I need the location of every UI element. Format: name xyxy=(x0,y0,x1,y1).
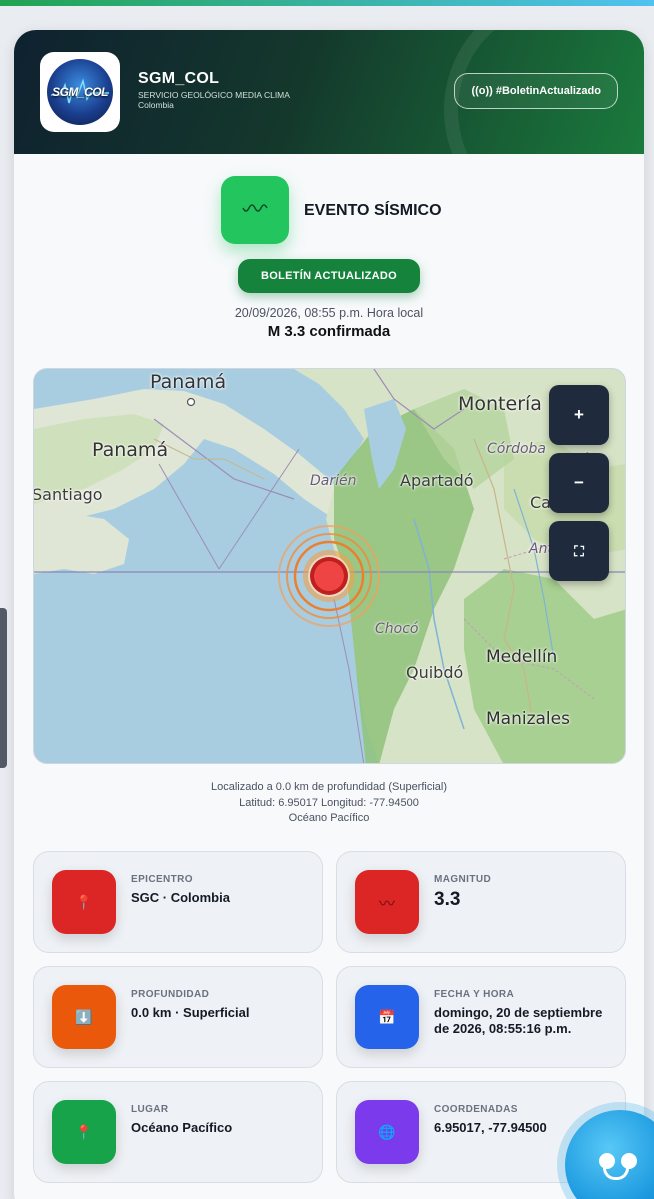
logo-disc: SGM_COL xyxy=(47,59,113,125)
logo: SGM_COL xyxy=(40,52,120,132)
map-label-medellin: Medellín xyxy=(486,647,558,667)
card-value: domingo, 20 de septiembre de 2026, 08:55… xyxy=(434,1005,603,1036)
map-label-panama-city: Panamá xyxy=(150,371,227,393)
bot-eye-icon xyxy=(621,1153,637,1169)
fullscreen-button[interactable]: ⛶ xyxy=(549,521,609,581)
location-info: Localizado a 0.0 km de profundidad (Supe… xyxy=(14,780,644,827)
zoom-out-button[interactable]: − xyxy=(549,453,609,513)
lugar-card: 📍 LUGAR Océano Pacífico xyxy=(33,1081,323,1183)
card-label: EPICENTRO xyxy=(131,874,193,885)
map-label-apartado: Apartadó xyxy=(400,471,474,490)
side-handle[interactable] xyxy=(0,608,7,768)
calendar-icon: 📅 xyxy=(355,985,419,1049)
logo-text: SGM_COL xyxy=(52,85,108,99)
epicentro-card: 📍 EPICENTRO SGC · Colombia xyxy=(33,851,323,953)
header-glow xyxy=(444,30,644,230)
profundidad-card: ⬇️ PROFUNDIDAD 0.0 km · Superficial xyxy=(33,966,323,1068)
down-arrow-icon: ⬇️ xyxy=(52,985,116,1049)
top-strip xyxy=(0,0,654,6)
map-label-cordoba: Córdoba xyxy=(487,441,547,457)
map-label-darien: Darién xyxy=(310,473,357,489)
map-label-choco: Chocó xyxy=(375,621,419,637)
map-label-quibdo: Quibdó xyxy=(406,663,464,682)
event-datetime: 20/09/2026, 08:55 p.m. Hora local xyxy=(234,306,424,320)
bot-eye-icon xyxy=(599,1153,615,1169)
map-label-manizales: Manizales xyxy=(486,709,570,729)
brand: SGM_COL SERVICIO GEOLÓGICO MEDIA CLIMA C… xyxy=(138,70,290,110)
card-label: LUGAR xyxy=(131,1104,169,1115)
depth-line: Localizado a 0.0 km de profundidad (Supe… xyxy=(210,781,448,793)
bulletin-updated-button[interactable]: BOLETÍN ACTUALIZADO xyxy=(238,259,420,293)
bulletin-card: SGM_COL SGM_COL SERVICIO GEOLÓGICO MEDIA… xyxy=(14,30,644,1199)
card-label: MAGNITUD xyxy=(434,874,492,885)
map-label-santiago: Santiago xyxy=(33,485,103,504)
seismic-wave-icon: 〰 xyxy=(355,870,419,934)
coords-line: Latitud: 6.95017 Longitud: -77.94500 xyxy=(239,796,419,809)
brand-country: Colombia xyxy=(138,100,174,110)
card-value: SGC · Colombia xyxy=(131,890,230,905)
event-title: EVENTO SÍSMICO xyxy=(304,202,442,219)
brand-name: SGM_COL xyxy=(138,70,220,87)
card-label: PROFUNDIDAD xyxy=(131,989,210,1000)
zoom-in-button[interactable]: + xyxy=(549,385,609,445)
pin-icon: 📍 xyxy=(52,1100,116,1164)
boletin-hashtag-button[interactable]: ((o)) #BoletinActualizado xyxy=(454,73,618,109)
fecha-hora-card: 📅 FECHA Y HORA domingo, 20 de septiembre… xyxy=(336,966,626,1068)
magnitude-line: M 3.3 confirmada xyxy=(267,323,391,340)
pin-icon: 📍 xyxy=(52,870,116,934)
place-line: Océano Pacífico xyxy=(288,812,370,824)
bot-smile-icon xyxy=(603,1168,629,1180)
header: SGM_COL SGM_COL SERVICIO GEOLÓGICO MEDIA… xyxy=(14,30,644,230)
card-value: Océano Pacífico xyxy=(131,1120,233,1135)
map-canvas xyxy=(34,369,625,763)
seismic-wave-icon xyxy=(221,176,289,244)
card-label: COORDENADAS xyxy=(434,1104,518,1115)
card-label: FECHA Y HORA xyxy=(434,989,515,1000)
event-map[interactable]: Panamá Panamá Santiago Darién Apartadó M… xyxy=(33,368,626,764)
card-value: 3.3 xyxy=(434,889,461,910)
globe-icon: 🌐 xyxy=(355,1100,419,1164)
map-label-panama-country: Panamá xyxy=(92,439,169,461)
map-label-monteria: Montería xyxy=(458,393,542,415)
brand-subtitle: SERVICIO GEOLÓGICO MEDIA CLIMA xyxy=(138,90,290,100)
magnitud-card: 〰 MAGNITUD 3.3 xyxy=(336,851,626,953)
card-value: 0.0 km · Superficial xyxy=(131,1005,250,1020)
